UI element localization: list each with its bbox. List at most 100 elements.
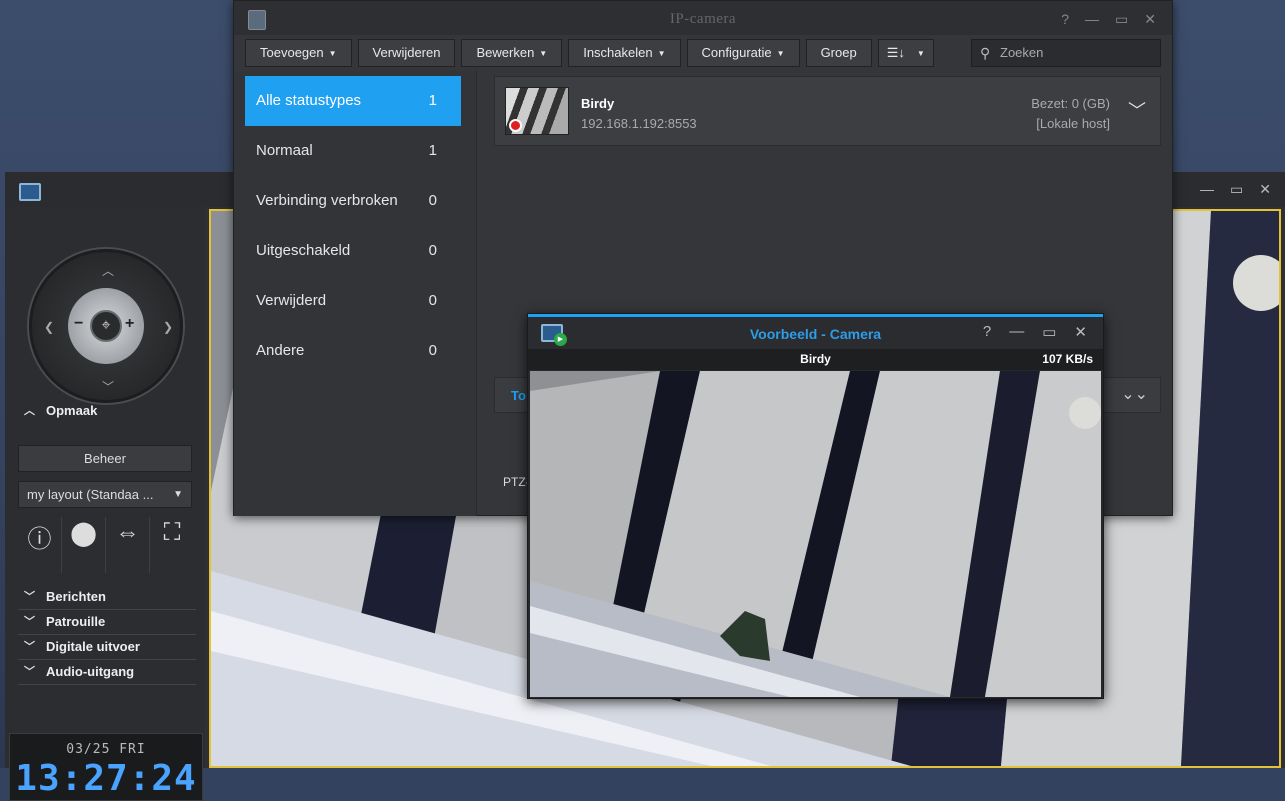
caret-down-icon: ▼ bbox=[658, 49, 666, 58]
preview-camera-feed[interactable] bbox=[530, 371, 1101, 697]
section-layout-label: Opmaak bbox=[46, 403, 97, 418]
detail-tab[interactable]: To bbox=[511, 388, 526, 403]
camera-name: Birdy bbox=[581, 96, 614, 111]
info-icon[interactable]: ⓘ bbox=[18, 517, 62, 573]
status-label: Verbinding verbroken bbox=[256, 192, 398, 209]
status-filter-sidebar: Alle statustypes 1 Normaal 1 Verbinding … bbox=[234, 71, 477, 516]
status-count: 0 bbox=[429, 326, 437, 376]
caret-down-icon: ▼ bbox=[777, 49, 785, 58]
help-icon[interactable]: ? bbox=[983, 323, 991, 341]
add-button[interactable]: Toevoegen ▼ bbox=[245, 39, 352, 67]
caret-down-icon: ▼ bbox=[539, 49, 547, 58]
minimize-icon[interactable]: — bbox=[1200, 181, 1214, 198]
layout-select[interactable]: my layout (Standaa ... ▼ bbox=[18, 481, 192, 508]
minimize-icon[interactable]: — bbox=[1009, 323, 1024, 341]
manage-button[interactable]: Beheer bbox=[18, 445, 192, 472]
status-count: 1 bbox=[429, 126, 437, 176]
camera-address: 192.168.1.192:8553 bbox=[581, 116, 697, 131]
clock-time: 13:27:24 bbox=[10, 758, 202, 799]
layout-select-value: my layout (Standaa ... bbox=[27, 487, 153, 502]
search-placeholder: Zoeken bbox=[1000, 45, 1043, 60]
status-label: Andere bbox=[256, 342, 304, 359]
chevron-down-icon: ﹀ bbox=[24, 611, 35, 633]
caret-down-icon: ▼ bbox=[329, 49, 337, 58]
status-count: 0 bbox=[429, 176, 437, 226]
section-digital-output-label: Digitale uitvoer bbox=[46, 639, 140, 654]
help-icon[interactable]: ? bbox=[1061, 11, 1069, 28]
group-button[interactable]: Groep bbox=[806, 39, 872, 67]
preview-camera-name: Birdy bbox=[528, 352, 1103, 366]
search-input[interactable]: ⚲ Zoeken bbox=[971, 39, 1161, 67]
sort-icon: ☰↓ bbox=[887, 45, 905, 60]
status-item-deleted[interactable]: Verwijderd 0 bbox=[245, 276, 461, 326]
caret-down-icon: ▼ bbox=[917, 49, 925, 58]
fullscreen-icon[interactable]: ⛶ bbox=[150, 517, 194, 573]
location-pin-icon[interactable]: ⬤ bbox=[62, 517, 106, 573]
zoom-in-icon[interactable]: + bbox=[125, 315, 134, 333]
camera-list-item[interactable]: Birdy 192.168.1.192:8553 Bezet: 0 (GB) [… bbox=[494, 76, 1161, 146]
status-item-disabled[interactable]: Uitgeschakeld 0 bbox=[245, 226, 461, 276]
desktop: — ▭ ✕ ︿ ﹀ ❮ ❯ − + ⌖ ︿ Opmaak Beheer bbox=[0, 0, 1285, 768]
ptz-feature-label: PTZ- bbox=[503, 475, 530, 489]
ip-camera-title: IP-camera bbox=[234, 11, 1172, 28]
status-label: Verwijderd bbox=[256, 292, 326, 309]
clock-date: 03/25 FRI bbox=[10, 742, 202, 757]
section-patrol[interactable]: ﹀ Patrouille bbox=[18, 611, 196, 635]
fit-width-icon[interactable]: ⇔ bbox=[106, 517, 150, 573]
section-layout[interactable]: ︿ Opmaak bbox=[18, 400, 196, 424]
delete-button[interactable]: Verwijderen bbox=[358, 39, 456, 67]
status-item-other[interactable]: Andere 0 bbox=[245, 326, 461, 376]
ptz-down-icon[interactable]: ﹀ bbox=[102, 378, 114, 395]
ptz-home-icon[interactable]: ⌖ bbox=[90, 310, 122, 342]
chevron-down-icon[interactable]: ﹀ bbox=[1128, 97, 1146, 123]
dropdown-arrow-icon: ▼ bbox=[173, 482, 183, 507]
configuration-button-label: Configuratie bbox=[702, 45, 772, 60]
status-item-disconnected[interactable]: Verbinding verbroken 0 bbox=[245, 176, 461, 226]
status-label: Normaal bbox=[256, 142, 313, 159]
maximize-icon[interactable]: ▭ bbox=[1115, 11, 1128, 28]
ptz-left-icon[interactable]: ❮ bbox=[44, 320, 54, 334]
maximize-icon[interactable]: ▭ bbox=[1230, 181, 1243, 198]
sort-button[interactable]: ☰↓ ▼ bbox=[878, 39, 934, 67]
enable-button[interactable]: Inschakelen ▼ bbox=[568, 39, 680, 67]
ip-camera-titlebar: IP-camera ? — ▭ ✕ bbox=[234, 1, 1172, 35]
section-messages-label: Berichten bbox=[46, 589, 106, 604]
ptz-up-icon[interactable]: ︿ bbox=[102, 262, 114, 279]
edit-button[interactable]: Bewerken▼ bbox=[461, 39, 562, 67]
search-icon: ⚲ bbox=[980, 40, 990, 66]
add-button-label: Toevoegen bbox=[260, 45, 324, 60]
ptz-right-icon[interactable]: ❯ bbox=[163, 320, 173, 334]
zoom-out-icon[interactable]: − bbox=[74, 315, 83, 333]
layout-tool-row: ⓘ ⬤ ⇔ ⛶ bbox=[18, 517, 196, 577]
section-audio-output-label: Audio-uitgang bbox=[46, 664, 134, 679]
status-label: Uitgeschakeld bbox=[256, 242, 350, 259]
minimize-icon[interactable]: — bbox=[1085, 11, 1099, 28]
ptz-control-wheel[interactable]: ︿ ﹀ ❮ ❯ − + ⌖ bbox=[29, 249, 183, 403]
chevron-down-icon: ﹀ bbox=[24, 636, 35, 658]
close-icon[interactable]: ✕ bbox=[1259, 181, 1271, 198]
status-item-normal[interactable]: Normaal 1 bbox=[245, 126, 461, 176]
section-audio-output[interactable]: ﹀ Audio-uitgang bbox=[18, 661, 196, 685]
status-item-all[interactable]: Alle statustypes 1 bbox=[245, 76, 461, 126]
camera-host: [Lokale host] bbox=[1036, 116, 1110, 131]
enable-button-label: Inschakelen bbox=[583, 45, 652, 60]
double-chevron-down-icon[interactable]: ⌄⌄ bbox=[1121, 384, 1148, 404]
live-view-app-icon bbox=[19, 183, 41, 201]
status-count: 0 bbox=[429, 276, 437, 326]
section-messages[interactable]: ﹀ Berichten bbox=[18, 586, 196, 610]
recording-icon bbox=[509, 119, 522, 132]
chevron-up-icon: ︿ bbox=[24, 400, 35, 422]
status-count: 1 bbox=[429, 76, 437, 126]
preview-window: ▶ Voorbeeld - Camera ? — ▭ ✕ Birdy 107 K… bbox=[527, 313, 1104, 699]
preview-titlebar: ▶ Voorbeeld - Camera ? — ▭ ✕ bbox=[528, 317, 1103, 349]
configuration-button[interactable]: Configuratie ▼ bbox=[687, 39, 800, 67]
maximize-icon[interactable]: ▭ bbox=[1042, 323, 1056, 341]
ip-camera-toolbar: Toevoegen ▼ Verwijderen Bewerken▼ Inschak… bbox=[245, 39, 934, 67]
preview-bitrate: 107 KB/s bbox=[1042, 352, 1093, 366]
close-icon[interactable]: ✕ bbox=[1074, 323, 1087, 341]
camera-thumbnail bbox=[505, 87, 569, 135]
ptz-zoom-dial[interactable]: − + ⌖ bbox=[68, 288, 144, 364]
section-digital-output[interactable]: ﹀ Digitale uitvoer bbox=[18, 636, 196, 660]
status-count: 0 bbox=[429, 226, 437, 276]
close-icon[interactable]: ✕ bbox=[1144, 11, 1156, 28]
